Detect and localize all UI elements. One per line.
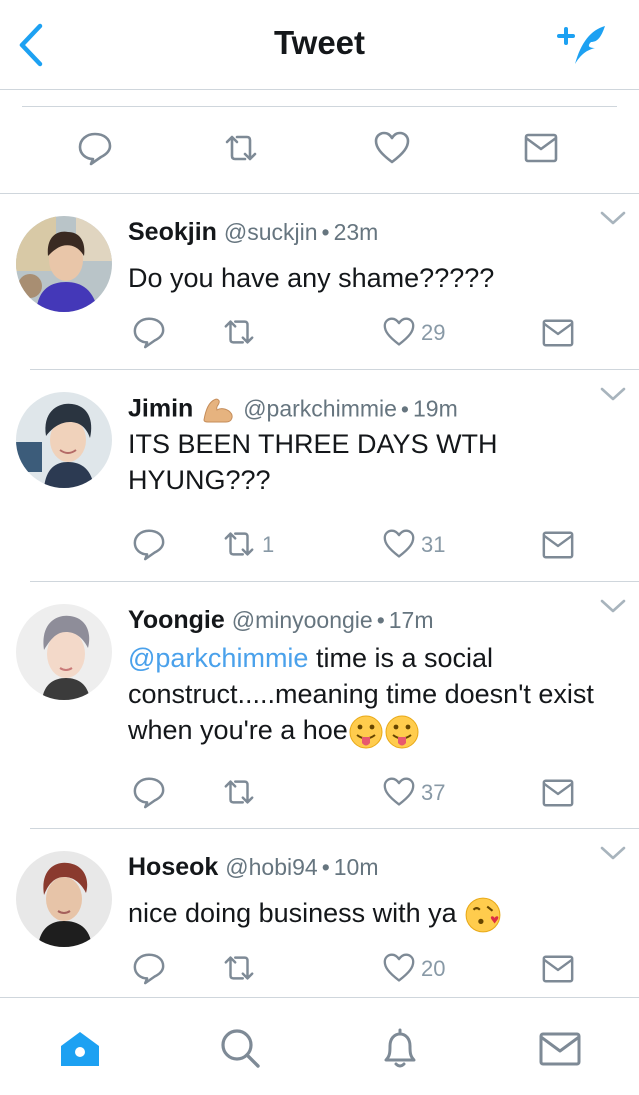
reply-icon[interactable] — [132, 774, 166, 810]
chevron-down-icon[interactable] — [599, 384, 627, 404]
home-icon[interactable] — [58, 1026, 102, 1070]
message-icon[interactable] — [541, 951, 575, 987]
user-handle[interactable]: @suckjin — [224, 219, 318, 245]
retweet-icon[interactable] — [222, 314, 256, 350]
timestamp: 19m — [412, 395, 458, 422]
tweet-text: ITS BEEN THREE DAYS WTH HYUNG??? — [128, 429, 498, 495]
like-count: 20 — [421, 956, 446, 981]
separator: • — [400, 395, 409, 422]
separator: • — [376, 607, 385, 633]
like-icon[interactable] — [383, 774, 415, 810]
timestamp: 17m — [388, 607, 434, 633]
user-name[interactable]: Hoseok — [128, 853, 218, 881]
user-handle[interactable]: @parkchimmie — [243, 396, 397, 422]
tweet-text: nice doing business with ya — [128, 895, 609, 934]
retweet-icon[interactable] — [222, 526, 256, 562]
tab-bar — [0, 997, 639, 1095]
reply-icon[interactable] — [132, 526, 166, 562]
retweet-icon[interactable] — [223, 130, 259, 166]
flexed-biceps-emoji-icon — [203, 398, 233, 423]
timestamp: 23m — [333, 219, 379, 245]
message-icon[interactable] — [523, 130, 559, 166]
tweet-card[interactable]: Yoongie @minyoongie • 17m @parkchimmie tim… — [0, 582, 639, 829]
like-icon[interactable] — [383, 950, 415, 986]
message-icon[interactable] — [541, 527, 575, 563]
tweet-text: @parkchimmie time is a social construct.… — [128, 640, 599, 750]
user-name[interactable]: Seokjin — [128, 218, 217, 246]
user-name[interactable]: Jimin — [128, 395, 193, 423]
retweet-count: 1 — [262, 532, 275, 557]
main-tweet-actions — [0, 90, 639, 194]
notifications-icon[interactable] — [378, 1026, 422, 1070]
search-icon[interactable] — [218, 1026, 262, 1070]
reply-icon[interactable] — [132, 314, 166, 350]
avatar[interactable] — [16, 392, 112, 488]
message-icon[interactable] — [541, 315, 575, 351]
mention-link[interactable]: @parkchimmie — [128, 643, 308, 673]
divider — [22, 106, 617, 107]
blowing-kiss-emoji-icon — [465, 897, 501, 933]
tongue-emoji-icon — [349, 715, 383, 749]
chevron-down-icon[interactable] — [599, 596, 627, 616]
compose-button[interactable] — [553, 22, 613, 68]
tweet-text-body: nice doing business with ya — [128, 898, 457, 928]
avatar[interactable] — [16, 604, 112, 700]
avatar[interactable] — [16, 851, 112, 947]
message-icon[interactable] — [541, 775, 575, 811]
reply-icon[interactable] — [132, 950, 166, 986]
messages-icon[interactable] — [538, 1026, 582, 1070]
like-count: 37 — [421, 780, 446, 805]
retweet-icon[interactable] — [222, 774, 256, 810]
tweet-card[interactable]: Jimin @parkchimmie • 19m ITS BEEN THREE DA… — [0, 370, 639, 582]
reply-icon[interactable] — [77, 130, 113, 166]
tongue-emoji-icon — [385, 715, 419, 749]
timestamp: 10m — [333, 854, 379, 880]
page-title: Tweet — [273, 24, 366, 61]
nav-bar: Tweet — [0, 0, 639, 90]
separator: • — [321, 854, 330, 880]
tweet-text: Do you have any shame????? — [128, 263, 495, 293]
user-handle[interactable]: @hobi94 — [225, 854, 317, 880]
like-count: 31 — [421, 532, 446, 557]
user-handle[interactable]: @minyoongie — [232, 607, 373, 633]
like-icon[interactable] — [374, 130, 410, 166]
like-icon[interactable] — [383, 314, 415, 350]
like-icon[interactable] — [383, 526, 415, 562]
compose-tweet-icon — [557, 26, 605, 64]
tweet-card[interactable]: Hoseok @hobi94 • 10m nice doing business w… — [0, 829, 639, 997]
like-count: 29 — [421, 320, 446, 345]
tweet-card[interactable]: Seokjin @suckjin • 23m Do you have any sha… — [0, 194, 639, 370]
chevron-down-icon[interactable] — [599, 208, 627, 228]
retweet-icon[interactable] — [222, 950, 256, 986]
avatar[interactable] — [16, 216, 112, 312]
separator: • — [321, 219, 330, 245]
chevron-down-icon[interactable] — [599, 843, 627, 863]
user-name[interactable]: Yoongie — [128, 606, 225, 634]
